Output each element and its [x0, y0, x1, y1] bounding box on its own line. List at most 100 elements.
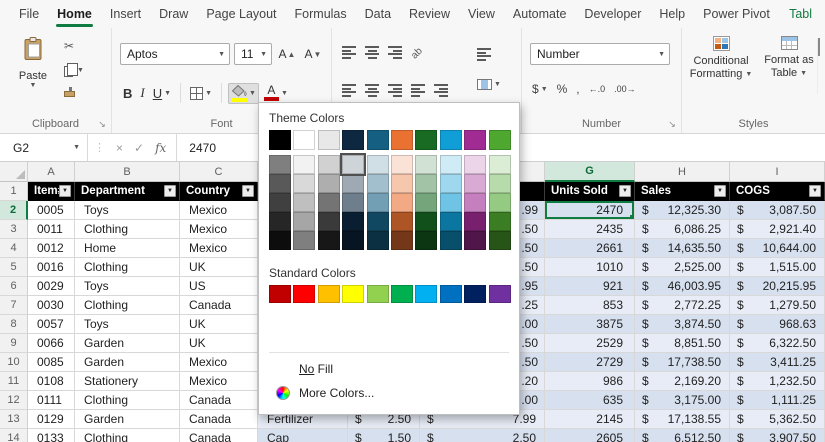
cell-c6[interactable]: US [180, 277, 258, 296]
cell-h2[interactable]: $12,325.30 [635, 201, 730, 220]
cell-i12[interactable]: $1,111.25 [730, 391, 825, 410]
name-box[interactable]: G2 ▼ [0, 134, 88, 161]
increase-font-size-button[interactable]: A ▲ [276, 43, 298, 65]
theme-tint-r2-c8[interactable] [439, 174, 462, 193]
standard-color-9[interactable] [464, 285, 487, 303]
cell-h5[interactable]: $2,525.00 [635, 258, 730, 277]
row-header-3[interactable]: 3 [0, 220, 28, 239]
row-header-11[interactable]: 11 [0, 372, 28, 391]
header-cell-i1[interactable]: COGS ▼ [730, 182, 825, 201]
cell-g10[interactable]: 2729 [545, 353, 635, 372]
cell-h7[interactable]: $2,772.25 [635, 296, 730, 315]
standard-color-1[interactable] [269, 285, 291, 303]
cell-h3[interactable]: $6,086.25 [635, 220, 730, 239]
formula-input[interactable]: 2470 [177, 141, 216, 155]
tab-file[interactable]: File [10, 0, 48, 28]
column-header-h[interactable]: H [635, 162, 730, 182]
cell-c13[interactable]: Canada [180, 410, 258, 429]
cell-h10[interactable]: $17,738.50 [635, 353, 730, 372]
cell-a10[interactable]: 0085 [28, 353, 75, 372]
theme-color-6[interactable] [390, 130, 413, 150]
cut-button[interactable]: ✂ [64, 38, 104, 54]
theme-tint-r5-c10[interactable] [488, 231, 511, 250]
cell-b11[interactable]: Stationery [75, 372, 180, 391]
column-header-c[interactable]: C [180, 162, 258, 182]
fill-color-button[interactable]: ▼ [228, 82, 259, 104]
header-cell-b1[interactable]: Department ▼ [75, 182, 180, 201]
row-header-7[interactable]: 7 [0, 296, 28, 315]
row-header-8[interactable]: 8 [0, 315, 28, 334]
cell-c2[interactable]: Mexico [180, 201, 258, 220]
cell-g8[interactable]: 3875 [545, 315, 635, 334]
theme-tint-r3-c1[interactable] [269, 193, 291, 212]
more-colors-menu-item[interactable]: More Colors... [269, 381, 509, 405]
conditional-formatting-button[interactable]: Conditional Formatting ▼ [688, 36, 754, 81]
cell-c8[interactable]: UK [180, 315, 258, 334]
tab-page-layout[interactable]: Page Layout [197, 0, 285, 28]
cell-c4[interactable]: Mexico [180, 239, 258, 258]
standard-color-6[interactable] [390, 285, 413, 303]
theme-tint-r2-c5[interactable] [366, 174, 389, 193]
font-color-button[interactable]: A ▼ [261, 83, 291, 103]
theme-tint-r3-c5[interactable] [366, 193, 389, 212]
cell-c3[interactable]: Mexico [180, 220, 258, 239]
cell-h4[interactable]: $14,635.50 [635, 239, 730, 258]
cell-a14[interactable]: 0133 [28, 429, 75, 442]
merge-center-button[interactable]: ▼ [474, 77, 504, 92]
tab-data[interactable]: Data [356, 0, 400, 28]
theme-tint-r1-c5[interactable] [366, 155, 389, 174]
standard-color-4[interactable] [342, 285, 365, 303]
row-header-9[interactable]: 9 [0, 334, 28, 353]
theme-tint-r3-c3[interactable] [317, 193, 340, 212]
row-header-10[interactable]: 10 [0, 353, 28, 372]
cell-b8[interactable]: Toys [75, 315, 180, 334]
tab-help[interactable]: Help [650, 0, 694, 28]
cell-b10[interactable]: Garden [75, 353, 180, 372]
tab-draw[interactable]: Draw [150, 0, 197, 28]
theme-tint-r1-c1[interactable] [269, 155, 291, 174]
cell-h12[interactable]: $3,175.00 [635, 391, 730, 410]
cell-a6[interactable]: 0029 [28, 277, 75, 296]
theme-tint-r2-c6[interactable] [390, 174, 413, 193]
theme-tint-r1-c8[interactable] [439, 155, 462, 174]
cell-h14[interactable]: $6,512.50 [635, 429, 730, 442]
cell-i2[interactable]: $3,087.50 [730, 201, 825, 220]
percent-style-button[interactable]: % [557, 82, 568, 96]
cell-g7[interactable]: 853 [545, 296, 635, 315]
theme-color-4[interactable] [342, 130, 365, 150]
tab-insert[interactable]: Insert [101, 0, 150, 28]
increase-decimal-button[interactable]: ←.0 [589, 84, 606, 94]
theme-tint-r3-c8[interactable] [439, 193, 462, 212]
row-header-6[interactable]: 6 [0, 277, 28, 296]
theme-tint-r1-c9[interactable] [464, 155, 487, 174]
theme-color-1[interactable] [269, 130, 291, 150]
tab-automate[interactable]: Automate [504, 0, 576, 28]
theme-tint-r4-c3[interactable] [317, 212, 340, 231]
theme-tint-r1-c3[interactable] [317, 155, 340, 174]
tab-power-pivot[interactable]: Power Pivot [694, 0, 779, 28]
filter-icon-a1[interactable]: ▼ [59, 185, 71, 197]
cell-i13[interactable]: $5,362.50 [730, 410, 825, 429]
borders-button[interactable]: ▼ [187, 85, 215, 102]
header-cell-a1[interactable]: Item#▼ [28, 182, 75, 201]
cell-a5[interactable]: 0016 [28, 258, 75, 277]
row-header-2[interactable]: 2 [0, 201, 28, 220]
font-name-combo[interactable]: Aptos ▼ [120, 43, 230, 65]
cell-g6[interactable]: 921 [545, 277, 635, 296]
theme-color-3[interactable] [317, 130, 340, 150]
standard-color-2[interactable] [293, 285, 316, 303]
theme-tint-r4-c1[interactable] [269, 212, 291, 231]
insert-function-icon[interactable]: fx [155, 141, 166, 155]
cell-e14[interactable]: $1.50 [348, 429, 420, 442]
cell-h11[interactable]: $2,169.20 [635, 372, 730, 391]
theme-tint-r2-c3[interactable] [317, 174, 340, 193]
cell-b3[interactable]: Clothing [75, 220, 180, 239]
theme-tint-r4-c10[interactable] [488, 212, 511, 231]
theme-tint-r4-c4[interactable] [342, 212, 365, 231]
tab-review[interactable]: Review [400, 0, 459, 28]
standard-color-3[interactable] [317, 285, 340, 303]
theme-tint-r1-c7[interactable] [415, 155, 438, 174]
standard-color-7[interactable] [415, 285, 438, 303]
theme-tint-r4-c6[interactable] [390, 212, 413, 231]
select-all-corner[interactable] [0, 162, 28, 182]
